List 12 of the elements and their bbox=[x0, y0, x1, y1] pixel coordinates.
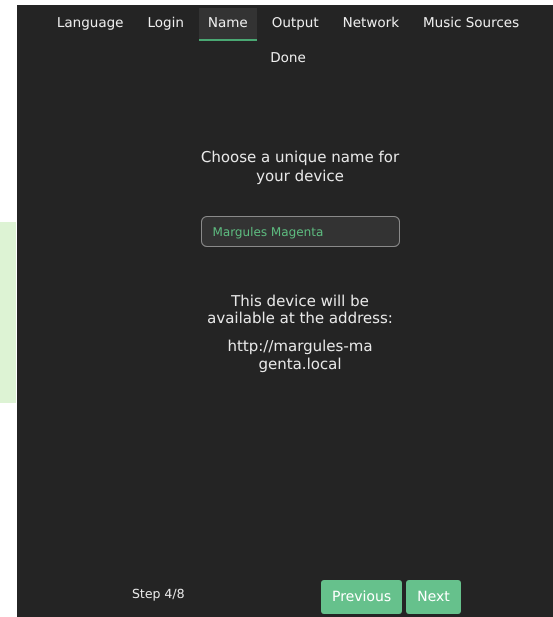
device-address: http://margules-magenta.local bbox=[226, 337, 374, 373]
step-tab[interactable]: Network bbox=[334, 8, 408, 41]
step-tab[interactable]: Login bbox=[138, 8, 193, 41]
step-tab[interactable]: Language bbox=[48, 8, 132, 41]
step-tab[interactable]: Done bbox=[261, 43, 315, 76]
device-name-field[interactable]: Margules Magenta bbox=[200, 216, 400, 247]
step-tab[interactable]: Music Sources bbox=[414, 8, 528, 41]
step-tab[interactable]: Output bbox=[262, 8, 328, 41]
address-note: This device will be available at the address: bbox=[206, 293, 394, 327]
step-tab[interactable]: Name bbox=[198, 8, 257, 41]
step-counter: Step 4/8 bbox=[132, 586, 186, 601]
heading: Choose a unique name for your device bbox=[200, 148, 400, 186]
